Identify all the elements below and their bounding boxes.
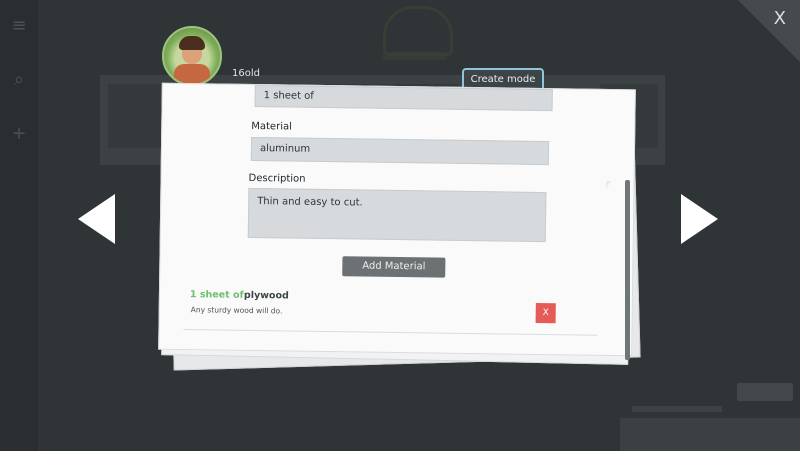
material-card: 1 sheet of Material aluminum Description… [158,82,636,357]
close-corner [738,0,800,62]
avatar-hair [179,36,205,50]
sidebar: ≡ ⌕ + [0,0,38,451]
material-name: plywood [243,289,289,302]
divider [183,329,598,336]
app-logo [383,6,453,56]
background-button [737,383,793,401]
card-scrollbar[interactable] [625,180,630,360]
background-bottom-button [620,418,800,451]
chevron-right-icon[interactable] [681,194,718,244]
app-logo-text [383,52,447,60]
material-label: Material [251,120,292,133]
material-description: Any sturdy wood will do. [190,305,283,316]
plus-icon[interactable]: + [9,124,29,144]
description-label: Description [248,172,306,185]
material-field[interactable]: aluminum [250,136,550,166]
mouse-cursor-icon [606,181,611,189]
avatar[interactable] [162,26,222,86]
username: 16old [232,68,260,79]
quantity-field[interactable]: 1 sheet of [254,85,553,112]
search-icon[interactable]: ⌕ [9,70,29,90]
menu-icon[interactable]: ≡ [9,16,29,36]
delete-material-button[interactable]: X [535,302,556,324]
background-text [632,406,722,412]
chevron-left-icon[interactable] [78,194,115,244]
material-quantity: 1 sheet of [189,289,244,301]
add-material-button[interactable]: Add Material [342,256,446,278]
gallery-thumb [108,84,163,148]
description-textarea[interactable]: Thin and easy to cut. [247,187,547,243]
close-button[interactable]: X [774,8,786,29]
